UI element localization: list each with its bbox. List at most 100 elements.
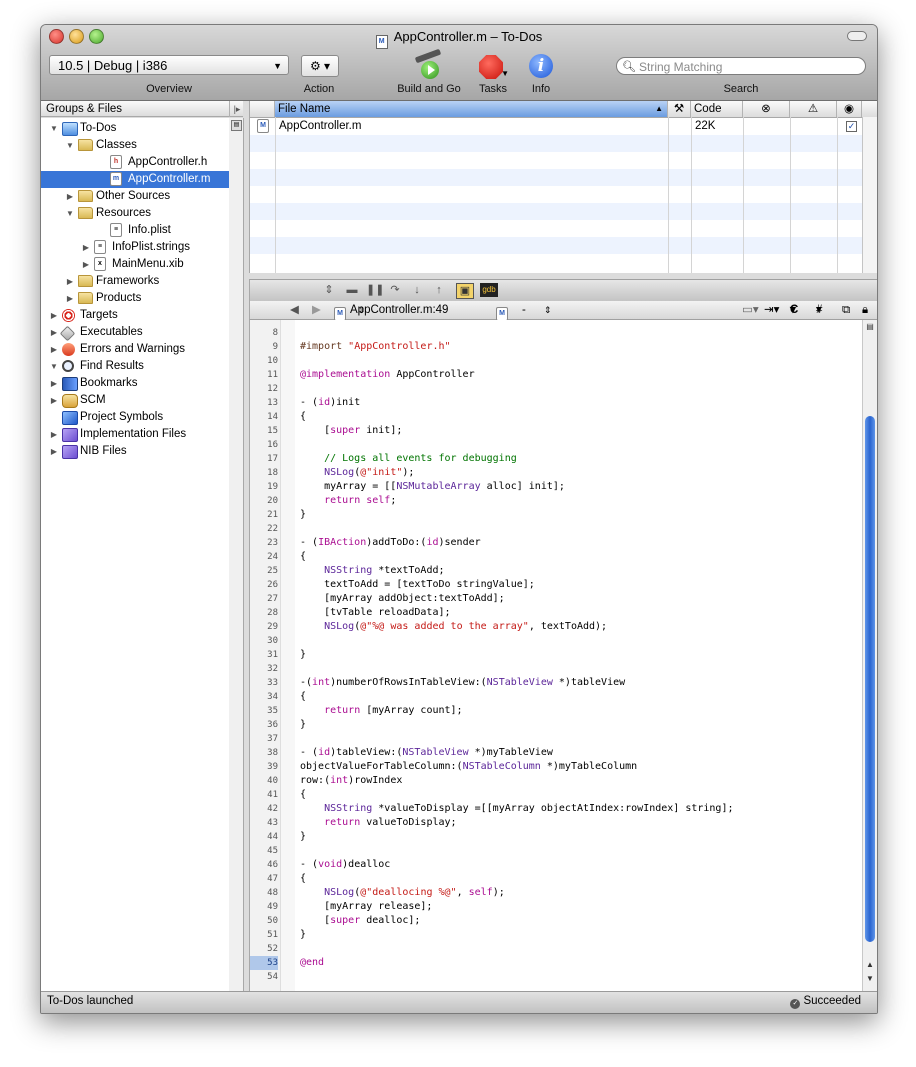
counterpart-icon[interactable]: ⧉ [842, 301, 850, 319]
split-view-toggle-icon[interactable]: |▸ [229, 101, 244, 117]
info-icon[interactable]: i [527, 53, 557, 81]
code-line[interactable]: { [300, 872, 860, 886]
split-editor-icon[interactable]: ▤ [865, 322, 875, 331]
file-history-popup[interactable]: M AppController.m:49 ⇕ [334, 301, 448, 321]
line-number[interactable]: 41 [250, 788, 278, 802]
step-over-icon[interactable]: ↷ [388, 283, 402, 297]
line-number[interactable]: 53 [250, 956, 278, 970]
line-number[interactable]: 8 [250, 326, 278, 340]
line-number[interactable]: 20 [250, 494, 278, 508]
gdb-console-icon[interactable]: gdb [480, 283, 498, 297]
code-line[interactable]: @end [300, 956, 860, 970]
code-line[interactable]: NSLog(@"deallocing %@", self); [300, 886, 860, 900]
code-line[interactable] [300, 970, 860, 984]
line-number[interactable]: 49 [250, 900, 278, 914]
disclosure-closed-icon[interactable]: ▶ [49, 375, 59, 392]
action-button[interactable]: ⚙ ▾ [301, 55, 339, 77]
code-column[interactable]: Code [691, 101, 743, 117]
line-number[interactable]: 35 [250, 704, 278, 718]
code-line[interactable]: - (IBAction)addToDo:(id)sender [300, 536, 860, 550]
sidebar-item[interactable]: ▶ NIB Files [41, 443, 229, 460]
line-number[interactable]: 28 [250, 606, 278, 620]
line-number[interactable]: 31 [250, 648, 278, 662]
build-and-go-icon[interactable] [413, 48, 443, 81]
line-number[interactable]: 34 [250, 690, 278, 704]
line-number[interactable]: 33 [250, 676, 278, 690]
toolbar-toggle-button[interactable] [847, 31, 867, 41]
line-number[interactable]: 18 [250, 466, 278, 480]
line-number[interactable]: 40 [250, 774, 278, 788]
code-line[interactable]: - (id)init [300, 396, 860, 410]
gear-icon[interactable]: ▤ [231, 120, 242, 131]
code-line[interactable]: - (id)tableView:(NSTableView *)myTableVi… [300, 746, 860, 760]
sidebar-item[interactable]: ▼ To-Dos [41, 120, 229, 137]
function-popup[interactable]: M-dealloc ⇕ [496, 301, 558, 334]
line-number[interactable]: 54 [250, 970, 278, 984]
editor-scrollbar[interactable]: ▤ ▲ ▼ [862, 320, 877, 991]
sidebar-item[interactable]: ▶ x MainMenu.xib [41, 256, 229, 273]
code-line[interactable]: } [300, 648, 860, 662]
disclosure-closed-icon[interactable]: ▶ [49, 324, 59, 341]
code-line[interactable]: textToAdd = [textToDo stringValue]; [300, 578, 860, 592]
lock-icon[interactable]: 🔒︎ [862, 301, 868, 319]
code-line[interactable]: [myArray addObject:textToAdd]; [300, 592, 860, 606]
line-number[interactable]: 26 [250, 578, 278, 592]
line-number[interactable]: 24 [250, 550, 278, 564]
disclosure-open-icon[interactable]: ▼ [65, 205, 75, 222]
target-membership-column-icon[interactable]: ◉ [837, 101, 862, 117]
sidebar-scrollbar[interactable]: ▤ [229, 118, 244, 991]
line-number[interactable]: 51 [250, 928, 278, 942]
back-arrow-icon[interactable]: ◀ [290, 301, 299, 319]
target-checkbox[interactable]: ✓ [846, 121, 857, 132]
line-number[interactable]: 45 [250, 844, 278, 858]
line-number[interactable]: 52 [250, 942, 278, 956]
line-number[interactable]: 17 [250, 452, 278, 466]
disclosure-closed-icon[interactable]: ▶ [49, 307, 59, 324]
line-number[interactable]: 21 [250, 508, 278, 522]
code-line[interactable]: } [300, 718, 860, 732]
line-number[interactable]: 14 [250, 410, 278, 424]
disclosure-closed-icon[interactable]: ▶ [49, 392, 59, 409]
code-line[interactable] [300, 634, 860, 648]
disclosure-open-icon[interactable]: ▼ [65, 137, 75, 154]
pause-icon[interactable]: ❚❚ [366, 283, 384, 297]
sidebar-item[interactable]: ▶ ≡ InfoPlist.strings [41, 239, 229, 256]
code-line[interactable]: { [300, 788, 860, 802]
sidebar-item[interactable]: ▶ Targets [41, 307, 229, 324]
tasks-stop-icon[interactable]: ▼ [477, 53, 509, 81]
bookmarks-menu-icon[interactable]: ▭▾ [742, 301, 759, 319]
overview-popup[interactable]: 10.5 | Debug | i386 ▼ [49, 55, 289, 75]
code-line[interactable] [300, 732, 860, 746]
sidebar-item[interactable]: ▼ Find Results [41, 358, 229, 375]
line-number[interactable]: 50 [250, 914, 278, 928]
file-name-column[interactable]: File Name ▲ [275, 101, 668, 117]
debugger-window-icon[interactable]: ▣ [456, 283, 474, 299]
line-number[interactable]: 23 [250, 536, 278, 550]
code-line[interactable]: #import "AppController.h" [300, 340, 860, 354]
sidebar-item[interactable]: h AppController.h [41, 154, 229, 171]
line-number[interactable]: 38 [250, 746, 278, 760]
step-out-icon[interactable]: ↑ [432, 283, 446, 297]
breakpoints-menu-icon[interactable]: ⇥▾ [764, 301, 779, 319]
sidebar-item[interactable]: ▶ Executables [41, 324, 229, 342]
warnings-column-icon[interactable]: ⚠ [790, 101, 837, 117]
file-list-scrollbar[interactable] [862, 117, 877, 273]
code-line[interactable] [300, 844, 860, 858]
line-number[interactable]: 10 [250, 354, 278, 368]
line-number[interactable]: 29 [250, 620, 278, 634]
code-line[interactable]: } [300, 830, 860, 844]
sidebar-item[interactable]: m AppController.m [41, 171, 229, 188]
build-hammer-icon[interactable]: ⚒ [668, 101, 691, 117]
scroll-down-arrow-icon[interactable]: ▼ [865, 974, 875, 983]
code-line[interactable]: return self; [300, 494, 860, 508]
line-number[interactable]: 27 [250, 592, 278, 606]
disclosure-open-icon[interactable]: ▼ [49, 358, 59, 375]
code-line[interactable]: NSLog(@"%@ was added to the array", text… [300, 620, 860, 634]
code-line[interactable]: NSLog(@"init"); [300, 466, 860, 480]
sidebar-item[interactable]: ▼ Classes [41, 137, 229, 154]
line-number[interactable]: 9 [250, 340, 278, 354]
code-line[interactable]: } [300, 508, 860, 522]
include-menu[interactable]: # ▾ [816, 301, 822, 319]
line-number[interactable]: 25 [250, 564, 278, 578]
code-line[interactable]: - (void)dealloc [300, 858, 860, 872]
